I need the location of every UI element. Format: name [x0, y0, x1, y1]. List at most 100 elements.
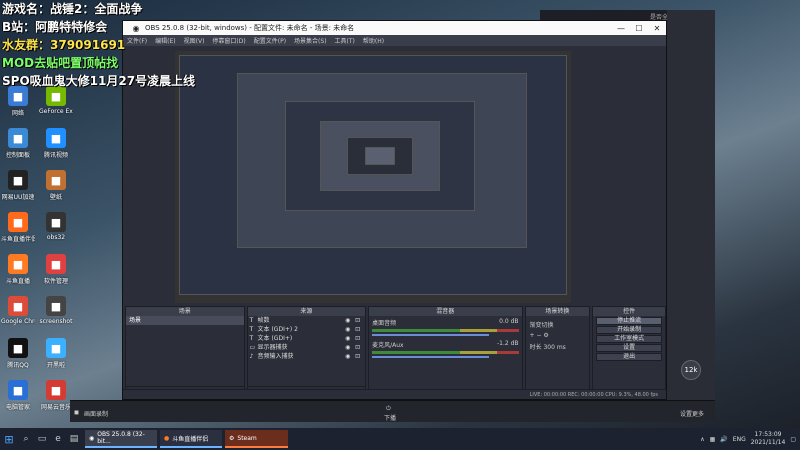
desktop-icon[interactable]: ■ 腾讯QQ [2, 338, 34, 376]
mixer-dock: 混音器 桌面音频 0.0 dB 麦克风/Aux -1.2 dB [368, 306, 523, 399]
menu-item[interactable]: 帮助(H) [363, 36, 384, 45]
source-item[interactable]: T 帧数 ◉ ⊡ [248, 316, 366, 325]
system-tray: ∧ ▦ 🔊 ENG 17:53:09 2021/11/14 ▢ [700, 431, 800, 447]
control-button[interactable]: 开始录制 [596, 326, 662, 334]
eye-icon[interactable]: ◉ [345, 316, 355, 325]
control-button[interactable]: 退出 [596, 353, 662, 361]
volume-icon[interactable]: 🔊 [720, 436, 727, 443]
desktop-icon[interactable]: ■ 斗鱼直播 [2, 254, 34, 292]
eye-icon[interactable]: ◉ [345, 343, 355, 352]
menu-item[interactable]: 工具(T) [335, 36, 355, 45]
source-item[interactable]: T 文本 (GDI+) ◉ ⊡ [248, 334, 366, 343]
desktop-icon-label: 斗鱼直播伴侣 [1, 236, 35, 243]
lock-icon[interactable]: ⊡ [355, 343, 365, 352]
menu-item[interactable]: 场景集合(S) [294, 36, 327, 45]
channel-name: 麦克风/Aux [372, 342, 404, 349]
desktop-icon-label: GeForce Experience [39, 108, 73, 115]
overlay-group: 水友群：379091691 [2, 38, 126, 52]
volume-meter [372, 351, 519, 354]
desktop-icon[interactable]: ■ screenshot [40, 296, 72, 334]
notification-icon[interactable]: ▢ [790, 436, 796, 443]
duration-input[interactable]: 300 ms [543, 344, 565, 351]
lock-icon[interactable]: ⊡ [355, 316, 365, 325]
desktop-icon[interactable]: ■ 电脑管家 [2, 380, 34, 418]
desktop-icon[interactable]: ■ 软件管理 [40, 254, 72, 292]
eye-icon[interactable]: ◉ [345, 325, 355, 334]
desktop-icon-label: 壁纸 [49, 194, 62, 201]
remove-icon[interactable]: − [536, 332, 541, 339]
record-icon[interactable]: ◼ [74, 409, 79, 416]
desktop-icon[interactable]: ■ 控制面板 [2, 128, 34, 166]
edge-icon[interactable]: e [50, 428, 66, 450]
netease-music-icon: ■ [46, 380, 66, 400]
end-stream-label[interactable]: 下播 [384, 413, 396, 422]
source-name: 文本 (GDI+) 2 [257, 326, 298, 333]
eye-icon[interactable]: ◉ [345, 352, 355, 361]
lock-icon[interactable]: ⊡ [355, 334, 365, 343]
control-panel-icon: ■ [8, 128, 28, 148]
language-indicator[interactable]: ENG [733, 436, 746, 443]
transition-select[interactable]: 渐变切换 [530, 320, 586, 329]
desktop-icon[interactable]: ■ 开黑啦 [40, 338, 72, 376]
taskbar-app-douyu[interactable]: ● 斗鱼直播伴侣 [160, 430, 222, 448]
volume-slider[interactable] [372, 356, 490, 358]
desktop-icon-label: 控制面板 [5, 152, 30, 159]
steam-icon: ⚙ [229, 434, 235, 442]
tray-chevron-icon[interactable]: ∧ [700, 436, 704, 443]
desktop-icon[interactable]: ■ 腾讯视频 [40, 128, 72, 166]
folder-icon[interactable]: ▤ [66, 428, 82, 450]
clock[interactable]: 17:53:09 2021/11/14 [751, 431, 786, 447]
source-item[interactable]: ▭ 显示器捕获 ◉ ⊡ [248, 343, 366, 352]
source-item[interactable]: ♪ 音频输入捕获 ◉ ⊡ [248, 352, 366, 361]
close-icon[interactable]: ✕ [648, 24, 666, 33]
desktop-icon[interactable]: ■ Google Chrome [1, 296, 35, 334]
eye-icon[interactable]: ◉ [345, 334, 355, 343]
source-item[interactable]: T 文本 (GDI+) 2 ◉ ⊡ [248, 325, 366, 334]
taskbar-app-label: OBS 25.0.8 (32-bit... [97, 431, 145, 445]
minimize-icon[interactable]: — [612, 24, 630, 33]
add-icon[interactable]: + [530, 332, 535, 339]
stream-overlay: 游戏名：战锤2：全面战争 B站：阿鹏特特修会 水友群：379091691 MOD… [2, 0, 222, 90]
text-icon: T [249, 335, 254, 342]
volume-slider[interactable] [372, 334, 490, 336]
transitions-title: 场景转换 [525, 307, 590, 316]
side-zoom-button[interactable]: 12k [681, 360, 701, 380]
desktop-icon[interactable]: ■ 网易UU加速 [2, 170, 34, 208]
control-button[interactable]: 设置 [596, 344, 662, 352]
lock-icon[interactable]: ⊡ [355, 325, 365, 334]
desktop-icon-label: 网易UU加速 [1, 194, 35, 201]
gear-icon[interactable]: ⚙ [543, 332, 548, 339]
maximize-icon[interactable]: ☐ [630, 24, 648, 33]
lock-icon[interactable]: ⊡ [355, 352, 365, 361]
volume-meter [372, 329, 519, 332]
windows-start-icon[interactable]: ⊞ [0, 428, 18, 450]
overlay-update-notice: SPO吸血鬼大修11月27号凌晨上线 [2, 74, 196, 88]
obs-preview[interactable] [175, 51, 571, 303]
menu-item[interactable]: 配置文件(P) [254, 36, 286, 45]
search-icon[interactable]: ⌕ [18, 428, 34, 450]
power-icon[interactable]: ⏻ [386, 405, 391, 413]
desktop-icon-label: obs32 [46, 234, 66, 241]
text-icon: T [249, 317, 254, 324]
desktop-icon[interactable]: ■ 壁纸 [40, 170, 72, 208]
taskbar-app-label: Steam [237, 434, 257, 442]
control-button[interactable]: 停止推流 [596, 317, 662, 325]
task-view-icon[interactable]: ▭ [34, 428, 50, 450]
desktop-icon[interactable]: ■ 网易云音乐 [40, 380, 72, 418]
screen-record-label[interactable]: 画面录制 [84, 409, 108, 418]
screenshot-icon: ■ [46, 296, 66, 316]
nested-preview-6 [365, 147, 395, 165]
scene-item[interactable]: 场景 [126, 316, 244, 325]
taskbar-app-steam[interactable]: ⚙ Steam [225, 430, 288, 448]
uu-icon: ■ [8, 170, 28, 190]
control-button[interactable]: 工作室模式 [596, 335, 662, 343]
desktop-icon[interactable]: ■ 网络 [2, 86, 34, 124]
desktop-icon[interactable]: ■ 斗鱼直播伴侣 [1, 212, 35, 250]
chrome-icon: ■ [8, 296, 28, 316]
desktop-icon[interactable]: ■GeForce Experience [39, 86, 73, 124]
network-icon[interactable]: ▦ [710, 436, 716, 443]
more-settings-label[interactable]: 设置更多 [680, 409, 704, 418]
desktop-icon[interactable]: ■ obs32 [40, 212, 72, 250]
overlay-mod-info: MOD去贴吧置顶帖找 [2, 56, 119, 70]
taskbar-app-obs[interactable]: ◉ OBS 25.0.8 (32-bit... [85, 430, 157, 448]
